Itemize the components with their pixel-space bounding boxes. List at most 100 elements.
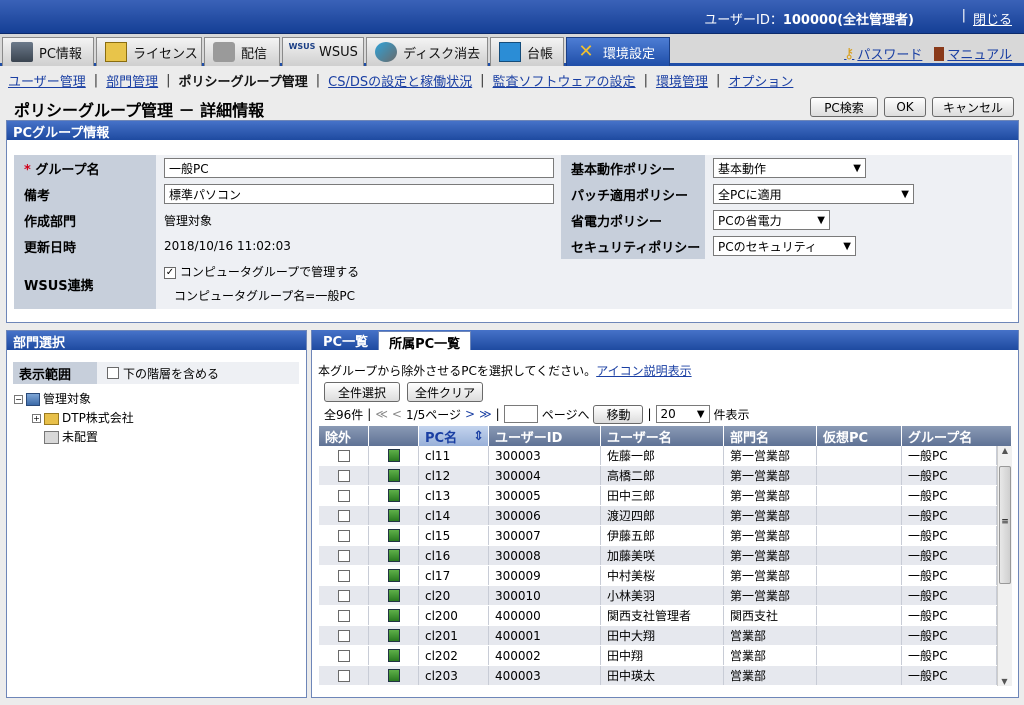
tab-settings[interactable]: ✕ 環境設定 (566, 37, 670, 66)
exclude-checkbox[interactable] (337, 469, 350, 482)
expand-icon[interactable]: + (32, 414, 41, 423)
exclude-checkbox[interactable] (337, 629, 350, 642)
table-row[interactable]: cl20 300010 小林美羽 第一営業部 一般PC (319, 586, 1012, 606)
remarks-input[interactable]: 標準パソコン (164, 184, 554, 204)
cell-dept: 第一営業部 (724, 486, 817, 505)
tab-distribution[interactable]: 配信 (204, 37, 280, 66)
exclude-checkbox[interactable] (337, 669, 350, 682)
subnav-environment[interactable]: 環境管理 (656, 71, 708, 90)
patch-policy-select[interactable]: 全PCに適用 ▼ (713, 184, 914, 204)
exclude-checkbox[interactable] (337, 609, 350, 622)
password-link[interactable]: ⚷ パスワード (844, 44, 923, 64)
tab-ledger[interactable]: 台帳 (490, 37, 564, 66)
pc-status-icon (387, 509, 400, 522)
exclude-checkbox[interactable] (337, 569, 350, 582)
table-row[interactable]: cl11 300003 佐藤一郎 第一営業部 一般PC (319, 446, 1012, 466)
tab-belong-pc-list[interactable]: 所属PC一覧 (378, 331, 472, 352)
table-row[interactable]: cl202 400002 田中翔 営業部 一般PC (319, 646, 1012, 666)
scroll-up-icon[interactable]: ▲ (998, 446, 1012, 455)
exclude-checkbox[interactable] (337, 589, 350, 602)
per-page-select[interactable]: 20 ▼ (655, 405, 710, 423)
include-sub-checkbox[interactable] (107, 367, 119, 379)
clear-all-button[interactable]: 全件クリア (407, 382, 483, 402)
manual-link[interactable]: マニュアル (934, 44, 1012, 63)
exclude-checkbox[interactable] (337, 489, 350, 502)
tab-wsus[interactable]: WSUS WSUS (282, 37, 364, 66)
tab-license[interactable]: ライセンス (96, 37, 202, 66)
subnav-dept-management[interactable]: 部門管理 (106, 71, 158, 90)
prev-page-icon: < (391, 407, 402, 421)
tree-node-company[interactable]: + DTP株式会社 (14, 409, 134, 428)
subnav-policy-group: ポリシーグループ管理 (178, 75, 308, 90)
logout-link[interactable]: 閉じる (973, 9, 1012, 28)
exclude-cell (319, 486, 369, 505)
col-pc-name[interactable]: PC名 ⇕ (419, 426, 489, 446)
pc-status-cell (369, 566, 419, 585)
subnav-user-management[interactable]: ユーザー管理 (8, 71, 86, 90)
basic-policy-select[interactable]: 基本動作 ▼ (713, 158, 866, 178)
cell-dept: 第一営業部 (724, 586, 817, 605)
tab-disk-erase[interactable]: ディスク消去 (366, 37, 488, 66)
col-group-name[interactable]: グループ名 (902, 426, 1012, 446)
table-row[interactable]: cl17 300009 中村美桜 第一営業部 一般PC (319, 566, 1012, 586)
exclude-checkbox[interactable] (337, 449, 350, 462)
wsus-group-name: コンピュータグループ名=一般PC (174, 289, 355, 303)
table-row[interactable]: cl16 300008 加藤美咲 第一営業部 一般PC (319, 546, 1012, 566)
vertical-scrollbar[interactable]: ▲ ≡ ▼ (997, 446, 1012, 686)
move-button[interactable]: 移動 (593, 404, 644, 424)
exclude-checkbox[interactable] (337, 529, 350, 542)
table-row[interactable]: cl203 400003 田中瑛太 営業部 一般PC (319, 666, 1012, 686)
power-policy-select[interactable]: PCの省電力 ▼ (713, 210, 830, 230)
cell-vpc (817, 606, 902, 625)
tree-node-unassigned[interactable]: 未配置 (14, 428, 134, 447)
security-policy-select[interactable]: PCのセキュリティ ▼ (713, 236, 856, 256)
pc-status-cell (369, 466, 419, 485)
table-row[interactable]: cl13 300005 田中三郎 第一営業部 一般PC (319, 486, 1012, 506)
table-row[interactable]: cl201 400001 田中大翔 営業部 一般PC (319, 626, 1012, 646)
subnav-options[interactable]: オプション (728, 71, 793, 90)
select-all-button[interactable]: 全件選択 (324, 382, 400, 402)
pc-search-button[interactable]: PC検索 (810, 97, 878, 117)
exclude-checkbox[interactable] (337, 549, 350, 562)
group-name-input[interactable]: 一般PC (164, 158, 554, 178)
subnav-audit-software[interactable]: 監査ソフトウェアの設定 (493, 71, 636, 90)
icon-legend-link[interactable]: アイコン説明表示 (596, 364, 691, 378)
table-row[interactable]: cl14 300006 渡辺四郎 第一営業部 一般PC (319, 506, 1012, 526)
display-range-label: 表示範囲 (19, 367, 72, 383)
cancel-button[interactable]: キャンセル (932, 97, 1014, 117)
subnav-csds-settings[interactable]: CS/DSの設定と稼働状況 (328, 71, 472, 90)
next-page-icon[interactable]: > (465, 407, 475, 421)
exclude-cell (319, 546, 369, 565)
wsus-checkbox[interactable]: ✓ (164, 266, 176, 279)
pc-status-cell (369, 486, 419, 505)
tab-label: ライセンス (133, 46, 198, 62)
unassigned-icon (44, 431, 59, 444)
tab-pc-list[interactable]: PC一覧 (313, 330, 379, 350)
tab-pc-info[interactable]: PC情報 (2, 37, 94, 66)
pc-status-icon (387, 529, 400, 542)
page-number-input[interactable] (503, 405, 538, 423)
exclude-checkbox[interactable] (337, 649, 350, 662)
tree-node-root[interactable]: − 管理対象 (14, 390, 134, 409)
ok-button[interactable]: OK (884, 97, 926, 117)
col-exclude[interactable]: 除外 (319, 426, 369, 446)
patch-policy-value: 全PCに適用 (718, 187, 782, 202)
table-row[interactable]: cl200 400000 関西支社管理者 関西支社 一般PC (319, 606, 1012, 626)
table-row[interactable]: cl15 300007 伊藤五郎 第一営業部 一般PC (319, 526, 1012, 546)
col-dept-name[interactable]: 部門名 (724, 426, 817, 446)
wsus-icon: WSUS (288, 42, 316, 51)
col-user-id[interactable]: ユーザーID (489, 426, 601, 446)
panel-title: PCグループ情報 (7, 121, 1018, 141)
dept-select-panel: 部門選択 (6, 330, 307, 698)
table-row[interactable]: cl12 300004 高橋二郎 第一営業部 一般PC (319, 466, 1012, 486)
collapse-icon[interactable]: − (14, 395, 23, 404)
password-label: パスワード (857, 48, 923, 63)
col-virtual-pc[interactable]: 仮想PC (817, 426, 902, 446)
col-user-name[interactable]: ユーザー名 (601, 426, 724, 446)
last-page-icon[interactable]: ≫ (479, 407, 492, 421)
cell-uname: 小林美羽 (601, 586, 724, 605)
cell-dept: 第一営業部 (724, 546, 817, 565)
scroll-thumb[interactable]: ≡ (999, 466, 1011, 584)
exclude-checkbox[interactable] (337, 509, 350, 522)
scroll-down-icon[interactable]: ▼ (998, 677, 1011, 686)
